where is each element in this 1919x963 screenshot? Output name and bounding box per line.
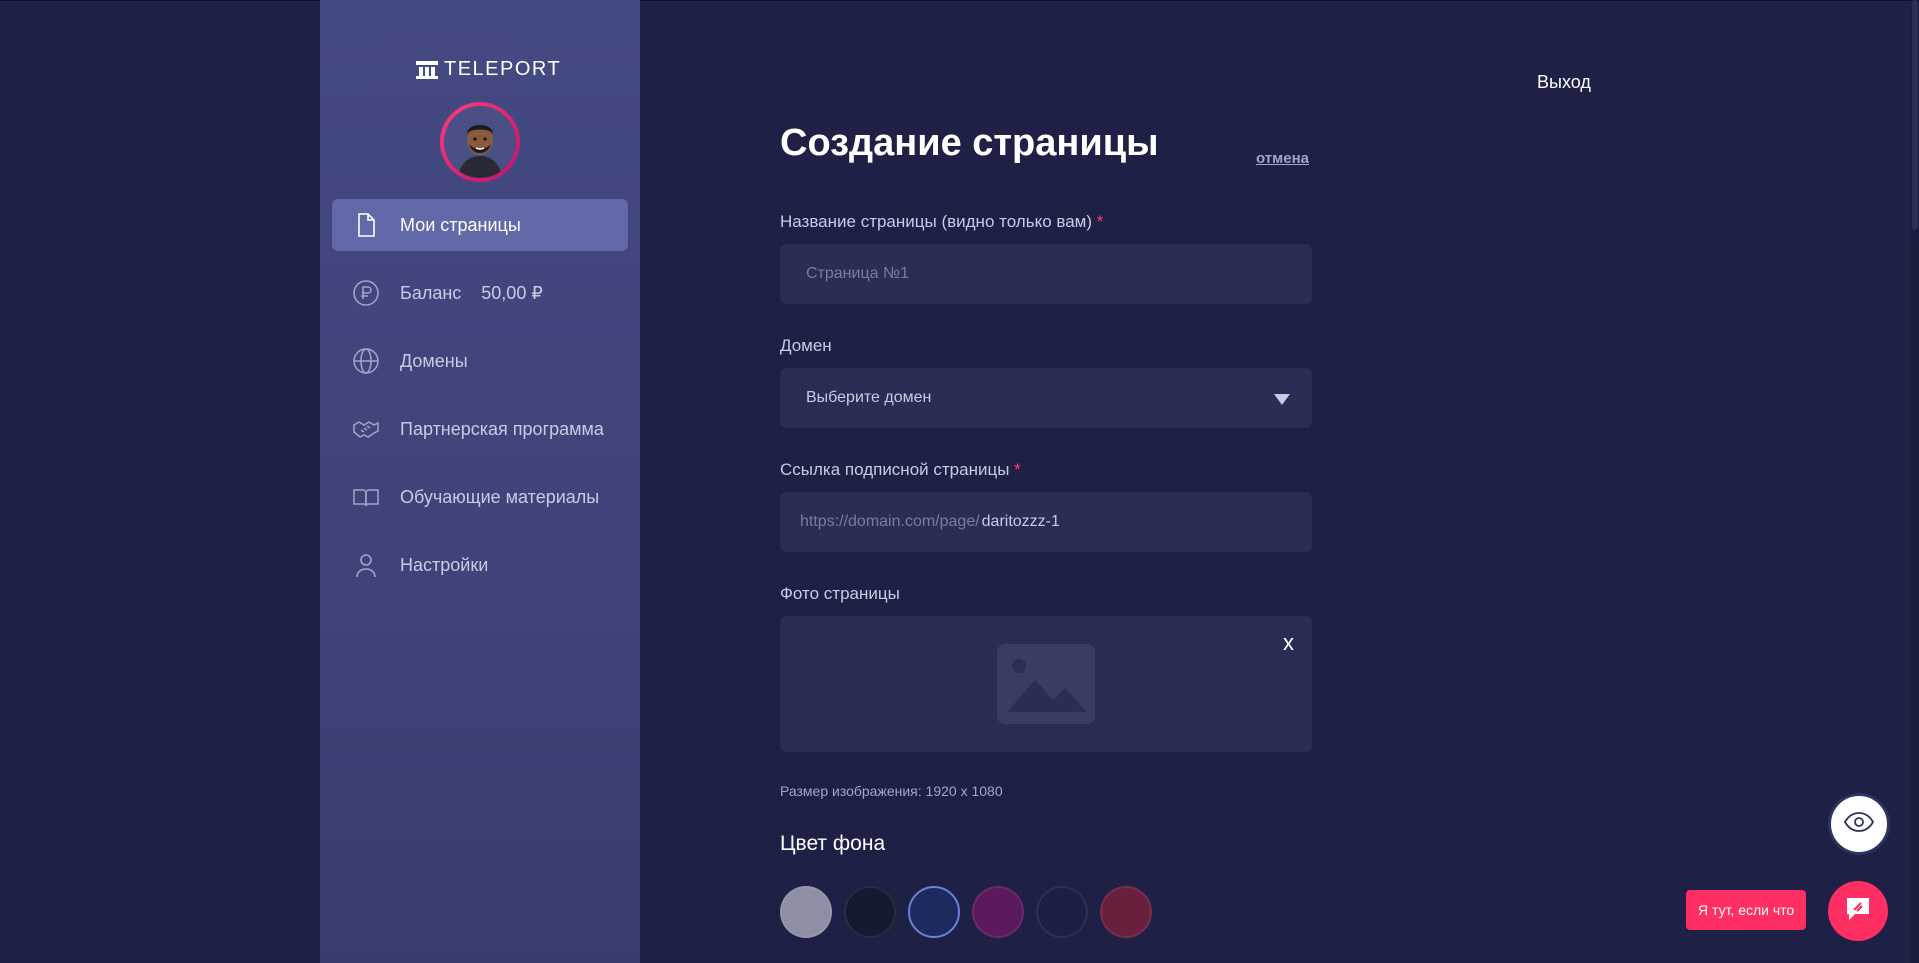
help-bubble[interactable]: Я тут, если что	[1686, 890, 1807, 930]
preview-button[interactable]	[1828, 793, 1890, 855]
image-placeholder-icon	[997, 644, 1095, 724]
page-name-input[interactable]	[780, 244, 1312, 304]
link-prefix: https://domain.com/page/	[800, 513, 980, 530]
eye-icon	[1843, 811, 1875, 837]
color-swatch[interactable]	[844, 886, 896, 938]
link-slug-value: daritozzz-1	[981, 513, 1060, 530]
link-input[interactable]: https://domain.com/page/ daritozzz-1	[780, 492, 1312, 552]
sidebar-nav: Мои страницы Баланс 50,00 ₽ Домены Партн…	[332, 199, 628, 607]
color-swatch[interactable]	[780, 886, 832, 938]
logout-button[interactable]: Выход	[1537, 72, 1591, 93]
sidebar-item-learning[interactable]: Обучающие материалы	[332, 471, 628, 523]
sidebar: TELEPORT Мои страницы Баланс 50,00 ₽ Дом…	[320, 0, 640, 963]
sidebar-item-my-pages[interactable]: Мои страницы	[332, 199, 628, 251]
bg-color-title: Цвет фона	[780, 832, 886, 855]
globe-icon	[352, 347, 380, 375]
file-icon	[352, 211, 380, 239]
cancel-link[interactable]: отмена	[1256, 150, 1309, 167]
brand-logo[interactable]: TELEPORT	[416, 58, 561, 81]
domain-label: Домен	[780, 336, 832, 355]
page-name-label: Название страницы (видно только вам) *	[780, 212, 1104, 231]
domain-select[interactable]: Выберите домен	[780, 368, 1312, 428]
teleport-logo-icon	[416, 60, 438, 79]
color-swatch[interactable]	[1036, 886, 1088, 938]
sidebar-item-label: Мои страницы	[400, 214, 521, 235]
sidebar-item-label: Баланс	[400, 282, 462, 303]
handshake-icon	[352, 415, 380, 443]
sidebar-item-partner-program[interactable]: Партнерская программа	[332, 403, 628, 455]
domain-selected-value: Выберите домен	[806, 389, 932, 406]
sidebar-item-label: Обучающие материалы	[400, 486, 600, 507]
avatar[interactable]	[440, 102, 520, 182]
ruble-icon	[352, 279, 380, 307]
chevron-down-icon	[1274, 394, 1290, 405]
photo-label: Фото страницы	[780, 584, 900, 603]
chat-button[interactable]	[1828, 881, 1888, 941]
book-icon	[352, 483, 380, 511]
sidebar-item-settings[interactable]: Настройки	[332, 539, 628, 591]
avatar-image	[444, 106, 516, 178]
image-size-hint: Размер изображения: 1920 x 1080	[780, 783, 1003, 799]
color-swatch[interactable]	[1100, 886, 1152, 938]
photo-upload-area[interactable]: x	[780, 616, 1312, 752]
chat-icon	[1843, 894, 1873, 929]
color-swatch[interactable]	[908, 886, 960, 938]
user-icon	[352, 551, 380, 579]
close-icon[interactable]: x	[1283, 632, 1294, 654]
sidebar-item-label: Домены	[400, 350, 468, 371]
top-border	[0, 0, 1919, 1]
page-title: Создание страницы	[780, 122, 1159, 164]
color-swatches	[780, 886, 1152, 938]
sidebar-item-label: Партнерская программа	[400, 418, 604, 439]
sidebar-item-domains[interactable]: Домены	[332, 335, 628, 387]
brand-name: TELEPORT	[444, 58, 562, 80]
required-mark: *	[1014, 460, 1021, 479]
scrollbar-thumb[interactable]	[1912, 0, 1918, 230]
link-label: Ссылка подписной страницы *	[780, 460, 1021, 479]
color-swatch[interactable]	[972, 886, 1024, 938]
sidebar-item-label: Настройки	[400, 554, 489, 575]
balance-value: 50,00 ₽	[481, 282, 543, 303]
required-mark: *	[1096, 212, 1104, 231]
sidebar-item-balance[interactable]: Баланс 50,00 ₽	[332, 267, 628, 319]
